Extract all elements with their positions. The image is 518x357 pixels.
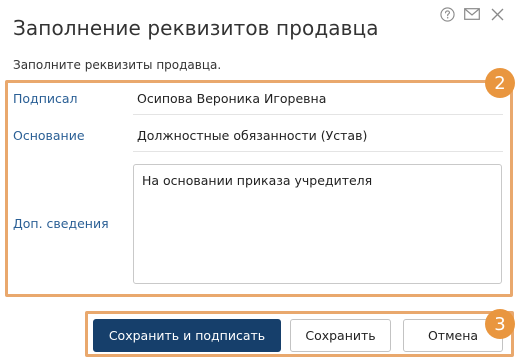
step-badge-3: 3 [485, 309, 515, 339]
help-icon[interactable] [438, 5, 456, 23]
close-icon[interactable] [488, 5, 506, 23]
step-badge-2: 2 [485, 68, 515, 98]
buttons-highlight-frame [85, 311, 514, 357]
dialog-subtitle: Заполните реквизиты продавца. [13, 58, 222, 72]
fields-highlight-frame [5, 80, 513, 297]
mail-icon[interactable] [463, 5, 481, 23]
dialog-title: Заполнение реквизитов продавца [13, 16, 379, 40]
header-icons [438, 5, 506, 23]
seller-details-dialog: Заполнение реквизитов продавца Заполните… [0, 0, 518, 357]
